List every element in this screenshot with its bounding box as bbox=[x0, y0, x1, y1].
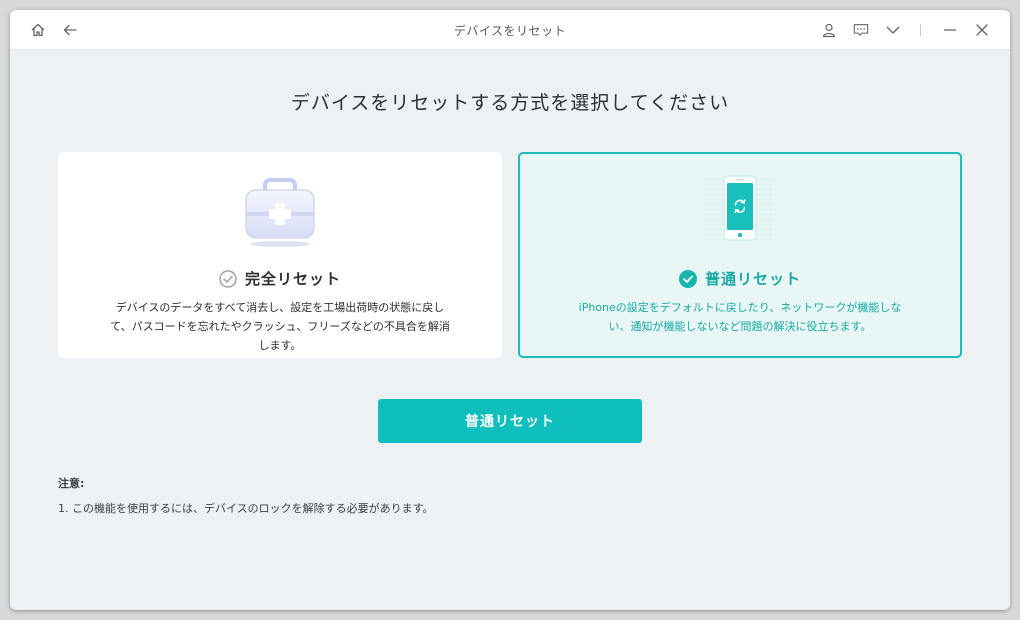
check-circle-outline-icon bbox=[219, 269, 237, 288]
check-circle-filled-icon bbox=[678, 269, 697, 288]
option-card-standard-reset[interactable]: 普通リセット iPhoneの設定をデフォルトに戻したり、ネットワークが機能しない… bbox=[518, 152, 962, 358]
standard-reset-button[interactable]: 普通リセット bbox=[378, 399, 642, 443]
option-card-full-reset[interactable]: 完全リセット デバイスのデータをすべて消去し、設定を工場出荷時の状態に戻して、パ… bbox=[58, 152, 502, 358]
user-icon[interactable] bbox=[819, 20, 839, 40]
page-heading: デバイスをリセットする方式を選択してください bbox=[290, 92, 730, 114]
option-description: iPhoneの設定をデフォルトに戻したり、ネットワークが機能しない、通知が機能し… bbox=[578, 301, 902, 333]
close-icon[interactable] bbox=[972, 20, 992, 40]
title-bar-divider bbox=[920, 24, 921, 36]
phone-refresh-icon bbox=[695, 174, 785, 246]
minimize-icon[interactable] bbox=[940, 20, 960, 40]
option-title: 普通リセット bbox=[704, 270, 801, 288]
app-window: デバイスをリセット デバイスをリセットする方式を選択してください 完全リセット … bbox=[10, 10, 1010, 610]
feedback-icon[interactable] bbox=[851, 20, 871, 40]
title-bar: デバイスをリセット bbox=[10, 10, 1010, 50]
chevron-down-icon[interactable] bbox=[883, 20, 903, 40]
notes-title: 注意: bbox=[58, 477, 85, 490]
option-title: 完全リセット bbox=[244, 270, 341, 288]
notes-item: 1. この機能を使用するには、デバイスのロックを解除する必要があります。 bbox=[58, 502, 434, 515]
toolbox-icon bbox=[235, 176, 325, 248]
option-description: デバイスのデータをすべて消去し、設定を工場出荷時の状態に戻して、パスコードを忘れ… bbox=[110, 301, 450, 352]
